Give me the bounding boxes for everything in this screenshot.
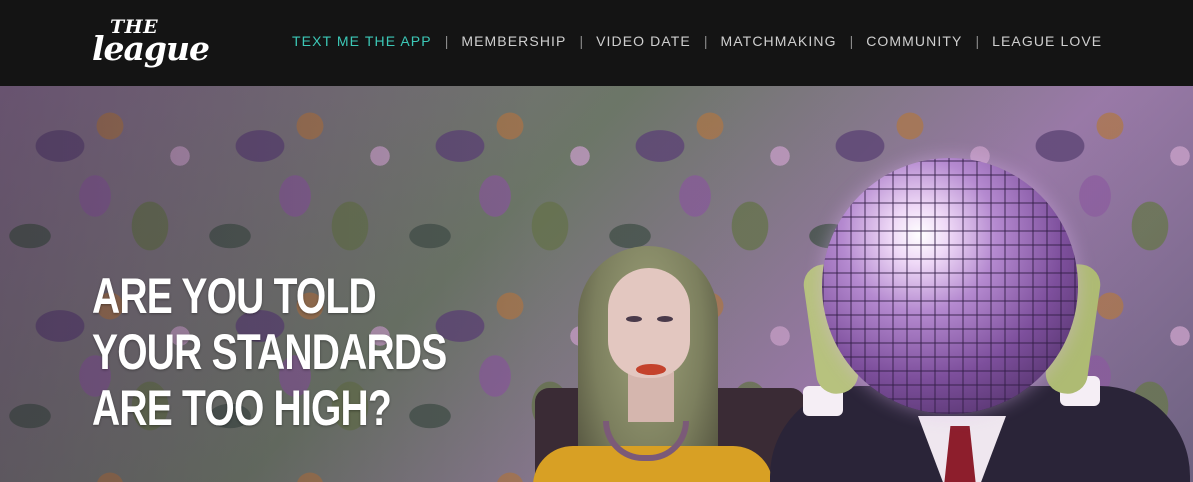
nav-item-league-love[interactable]: LEAGUE LOVE	[992, 31, 1102, 51]
nav-separator: |	[703, 33, 708, 49]
nav-separator: |	[975, 33, 980, 49]
woman-eye-illustration	[626, 316, 642, 322]
disco-ball-illustration	[822, 158, 1078, 414]
headline-line: ARE YOU TOLD	[92, 268, 377, 324]
headline-line: ARE TOO HIGH?	[92, 380, 392, 436]
site-header: THE league TEXT ME THE APP | MEMBERSHIP …	[0, 0, 1193, 86]
main-nav: TEXT ME THE APP | MEMBERSHIP | VIDEO DAT…	[292, 31, 1102, 51]
nav-item-matchmaking[interactable]: MATCHMAKING	[721, 31, 837, 51]
nav-separator: |	[579, 33, 584, 49]
nav-item-membership[interactable]: MEMBERSHIP	[461, 31, 566, 51]
logo-league-text: league	[92, 29, 210, 68]
nav-item-community[interactable]: COMMUNITY	[866, 31, 962, 51]
woman-face-illustration	[608, 268, 690, 378]
the-league-logo[interactable]: THE league	[92, 16, 210, 70]
hero-headline: ARE YOU TOLD YOUR STANDARDS ARE TOO HIGH…	[92, 268, 447, 436]
woman-neck-illustration	[628, 372, 674, 422]
woman-eye-illustration	[657, 316, 673, 322]
headline-line: YOUR STANDARDS	[92, 324, 447, 380]
woman-lips-illustration	[636, 364, 666, 375]
nav-item-video-date[interactable]: VIDEO DATE	[596, 31, 691, 51]
hero-banner: ARE YOU TOLD YOUR STANDARDS ARE TOO HIGH…	[0, 86, 1193, 482]
nav-separator: |	[444, 33, 449, 49]
nav-item-text-me-the-app[interactable]: TEXT ME THE APP	[292, 31, 432, 51]
nav-separator: |	[849, 33, 854, 49]
